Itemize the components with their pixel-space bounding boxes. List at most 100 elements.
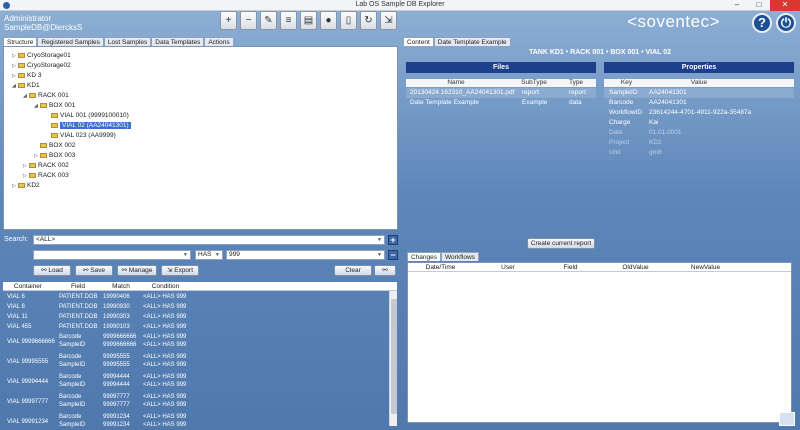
tab-actions[interactable]: Actions [204, 37, 234, 46]
column-header[interactable]: User [473, 263, 543, 272]
help-button[interactable]: ? [752, 13, 772, 33]
search-field-select[interactable]: ▼ [33, 250, 191, 260]
clear-button[interactable]: Clear [334, 265, 372, 276]
column-header[interactable]: OldValue [608, 263, 663, 272]
column-header[interactable]: NewValue [678, 263, 733, 272]
minimize-button[interactable]: – [726, 0, 748, 11]
export-button[interactable]: ⇲ Export [161, 265, 199, 276]
add-icon[interactable]: + [220, 11, 237, 30]
cell-match: 9999666666 [103, 334, 137, 340]
save-button[interactable]: ⚯ Save [75, 265, 113, 276]
table-row[interactable]: VIAL 8 PATIENT.DOB 19990930 <ALL> HAS 999 [3, 303, 388, 312]
manage-button[interactable]: ⚯ Manage [117, 265, 157, 276]
tree-node[interactable]: VIAL 023 (AA9999) [45, 131, 116, 140]
table-row[interactable]: VIAL 6 PATIENT.DOB 19990406 <ALL> HAS 999 [3, 293, 388, 302]
create-report-button[interactable]: Create current report [527, 238, 595, 249]
remove-condition-button[interactable]: − [388, 250, 398, 260]
file-row[interactable]: 20130424 162310_AA24041301.pdf report repo… [406, 88, 596, 98]
column-header[interactable]: Match [101, 282, 141, 291]
column-header[interactable]: Value [664, 79, 734, 87]
search-button[interactable]: ⚯ [374, 265, 396, 276]
tree-node-label: VIAL 02 (AA24041301) [60, 122, 131, 129]
tab-registered-samples[interactable]: Registered Samples [37, 37, 104, 46]
tab-content[interactable]: Content [403, 37, 434, 46]
tree-node-label: VIAL 001 (9999100010) [60, 112, 129, 119]
clipboard-icon[interactable]: ▯ [340, 11, 357, 30]
table-row[interactable]: VIAL 99991234 Barcode 99991234 <ALL> HAS 99… [3, 413, 388, 430]
column-header[interactable]: Container [3, 282, 53, 291]
tree-node[interactable]: ◢ RACK 001 [23, 91, 69, 100]
property-row[interactable]: Charge Kai [604, 118, 794, 128]
table-row[interactable]: VIAL 99994444 Barcode 99994444 <ALL> HAS 99… [3, 373, 388, 392]
column-header[interactable]: Date/Time [408, 263, 473, 272]
column-header[interactable]: Type [561, 79, 591, 87]
tree-node[interactable]: ▷ KD2 [12, 181, 40, 190]
close-button[interactable]: ✕ [770, 0, 800, 11]
table-row[interactable]: VIAL 455 PATIENT.DOB 19990103 <ALL> HAS 999 [3, 323, 388, 332]
folder-icon [18, 83, 25, 88]
property-row[interactable]: SampleID AA24041301 [604, 88, 794, 98]
search-scope-select[interactable]: <ALL> ▼ [33, 235, 385, 245]
remove-icon[interactable]: − [240, 11, 257, 30]
tree-node[interactable]: VIAL 001 (9999100010) [45, 111, 129, 120]
tree-node[interactable]: VIAL 02 (AA24041301) [45, 121, 131, 130]
tab-lost-samples[interactable]: Lost Samples [103, 37, 152, 46]
users-icon[interactable]: ● [320, 11, 337, 30]
column-header[interactable]: Field [53, 282, 103, 291]
refresh-icon[interactable]: ↻ [360, 11, 377, 30]
tree-node[interactable]: ▷ CryoStorage01 [12, 51, 71, 60]
property-row[interactable]: Unit gm8 [604, 148, 794, 158]
property-row[interactable]: WorkflowID 23614244-4701-4911-922a-35487a [604, 108, 794, 118]
operator-select[interactable]: HAS ▼ [195, 250, 223, 260]
tree-node[interactable]: ▷ CryoStorage02 [12, 61, 71, 70]
operator-value: HAS [198, 251, 212, 258]
resize-grip-icon[interactable] [779, 412, 795, 426]
cell-field: SampleID [59, 362, 86, 368]
table-row[interactable]: VIAL 99997777 Barcode 99997777 <ALL> HAS 99… [3, 393, 388, 412]
chevron-down-icon: ▼ [377, 237, 382, 243]
file-name: 20130424 162310_AA24041301.pdf [410, 89, 515, 96]
breadcrumb: TANK KD1 • RACK 001 • BOX 001 • VIAL 02 [528, 49, 672, 56]
column-header[interactable]: Field [543, 263, 598, 272]
tab-workflows[interactable]: Workflows [441, 252, 479, 261]
maximize-button[interactable]: □ [748, 0, 770, 11]
cell-field: PATIENT.DOB [59, 314, 98, 320]
cell-match: 99995555 [103, 362, 130, 368]
search-value-input[interactable]: 999 ▼ [226, 250, 385, 260]
column-header[interactable]: Name [406, 79, 506, 87]
tab-structure[interactable]: Structure [3, 37, 38, 46]
cell-condition: <ALL> HAS 999 [143, 422, 187, 428]
column-header[interactable]: SubType [514, 79, 554, 87]
property-row[interactable]: Date 01.01.0001 [604, 128, 794, 138]
load-button[interactable]: ⚯ Load [33, 265, 71, 276]
edit-icon[interactable]: ✎ [260, 11, 277, 30]
column-header[interactable]: Condition [143, 282, 188, 291]
export-icon[interactable]: ⇲ [380, 11, 397, 30]
tree-node[interactable]: ▷ RACK 002 [23, 161, 69, 170]
multi-edit-icon[interactable]: ≡ [280, 11, 297, 30]
tab-data-templates[interactable]: Data Templates [151, 37, 205, 46]
power-button[interactable]: ⏻ [776, 13, 796, 33]
tree-node[interactable]: ▷ KD 3 [12, 71, 41, 80]
column-header[interactable]: Key [604, 79, 649, 87]
table-row[interactable]: VIAL 99995555 Barcode 99995555 <ALL> HAS 99… [3, 353, 388, 372]
file-row[interactable]: Date Template Example Example data [406, 98, 596, 108]
tab-changes[interactable]: Changes [407, 252, 442, 261]
results-scrollbar[interactable] [389, 291, 397, 426]
property-key: Project [609, 139, 630, 146]
property-row[interactable]: Project KD2 [604, 138, 794, 148]
tree-node[interactable]: ▷ BOX 003 [34, 151, 75, 160]
add-condition-button[interactable]: + [388, 235, 398, 245]
table-row[interactable]: VIAL 9999666666 Barcode 9999666666 <ALL> HA… [3, 333, 388, 352]
tree-node[interactable]: ▷ RACK 003 [23, 171, 69, 180]
cell-container: VIAL 11 [7, 314, 28, 320]
table-row[interactable]: VIAL 11 PATIENT.DOB 19990303 <ALL> HAS 999 [3, 313, 388, 322]
property-row[interactable]: Barcode AA24041301 [604, 98, 794, 108]
tree-node[interactable]: BOX 002 [34, 141, 75, 150]
table-icon[interactable]: ▤ [300, 11, 317, 30]
cell-field: PATIENT.DOB [59, 304, 98, 310]
scrollbar-thumb[interactable] [391, 299, 397, 414]
tab-date-template-example[interactable]: Date Template Example [433, 37, 511, 46]
tree-node[interactable]: ◢ BOX 001 [34, 101, 75, 110]
tree-node[interactable]: ◢ KD1 [12, 81, 40, 90]
